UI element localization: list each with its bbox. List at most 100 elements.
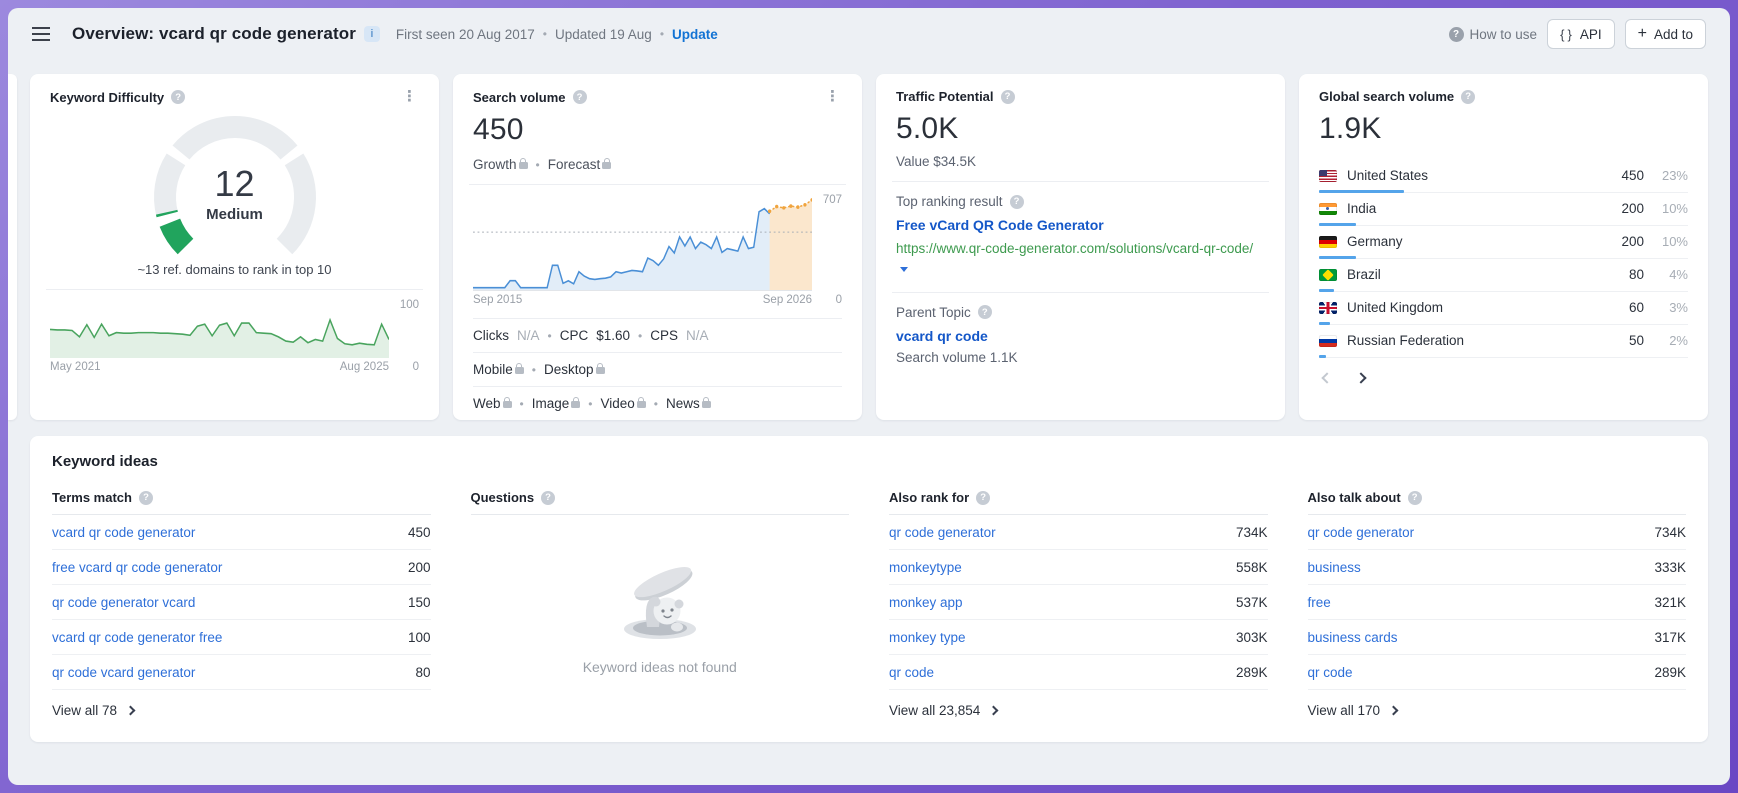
help-icon[interactable]	[1010, 195, 1024, 209]
also-talk-about-title: Also talk about	[1308, 490, 1401, 505]
keyword-link[interactable]: business cards	[1308, 630, 1398, 645]
keyword-link[interactable]: monkey type	[889, 630, 966, 645]
previous-page-arrow-icon[interactable]	[1321, 372, 1332, 383]
questions-column: Questions	[471, 490, 850, 720]
forecast-toggle[interactable]: Forecast	[548, 157, 612, 172]
terms-match-view-all-link[interactable]: View all 78	[52, 703, 134, 718]
keyword-link[interactable]: business	[1308, 560, 1361, 575]
help-icon[interactable]	[573, 90, 587, 104]
lock-icon	[519, 162, 528, 169]
also-rank-for-column: Also rank for qr code generator 734K mon…	[889, 490, 1268, 720]
keyword-volume: 317K	[1654, 630, 1686, 645]
help-icon[interactable]	[139, 491, 153, 505]
x-axis-start-label: Sep 2015	[473, 294, 522, 306]
top-bar: Overview: vcard qr code generator i Firs…	[8, 8, 1730, 60]
info-badge-icon[interactable]: i	[364, 26, 380, 42]
also-talk-about-view-all-link[interactable]: View all 170	[1308, 703, 1398, 718]
country-volume: 50	[1629, 333, 1644, 348]
global-search-volume-title: Global search volume	[1319, 89, 1454, 104]
dot-separator: •	[532, 363, 536, 377]
news-toggle[interactable]: News	[666, 396, 711, 411]
lock-icon	[515, 367, 524, 374]
country-row: India 200 10%	[1319, 193, 1688, 226]
terms-match-list: vcard qr code generator 450 free vcard q…	[52, 515, 431, 690]
top-ranking-result-link[interactable]: Free vCard QR Code Generator	[896, 217, 1265, 233]
image-toggle[interactable]: Image	[532, 396, 581, 411]
country-flag-icon	[1319, 269, 1337, 281]
help-icon[interactable]	[541, 491, 555, 505]
country-flag-icon	[1319, 236, 1337, 248]
keyword-ideas-title: Keyword ideas	[52, 453, 1686, 470]
growth-toggle[interactable]: Growth	[473, 157, 528, 172]
video-toggle[interactable]: Video	[600, 396, 645, 411]
mobile-toggle[interactable]: Mobile	[473, 362, 524, 377]
y-axis-min-label: 0	[413, 361, 419, 373]
global-search-volume-value: 1.9K	[1319, 112, 1688, 146]
kebab-menu-icon[interactable]	[823, 89, 842, 105]
keyword-row: monkey app 537K	[889, 585, 1268, 620]
country-volume: 60	[1629, 300, 1644, 315]
keyword-volume: 200	[408, 560, 431, 575]
help-icon[interactable]	[1461, 90, 1475, 104]
next-page-arrow-icon[interactable]	[1355, 372, 1366, 383]
api-button[interactable]: { } API	[1547, 19, 1615, 49]
keyword-link[interactable]: qr code generator vcard	[52, 595, 195, 610]
keyword-row: vcard qr code generator free 100	[52, 620, 431, 655]
top-ranking-url[interactable]: https://www.qr-code-generator.com/soluti…	[896, 239, 1265, 280]
keyword-volume: 100	[408, 630, 431, 645]
keyword-link[interactable]: vcard qr code generator free	[52, 630, 222, 645]
empty-state-illustration	[597, 549, 723, 645]
keyword-link[interactable]: qr code generator	[889, 525, 996, 540]
divider	[892, 292, 1269, 293]
how-to-use-link[interactable]: ? How to use	[1449, 27, 1538, 42]
keyword-link[interactable]: qr code	[889, 665, 934, 680]
search-volume-card: Search volume 450 Growth • Forecast 707 …	[453, 74, 862, 420]
keyword-link[interactable]: vcard qr code generator	[52, 525, 195, 540]
channel-metrics-row: Web • Image • Video • News	[473, 386, 842, 420]
help-icon[interactable]	[1408, 491, 1422, 505]
keyword-meta: First seen 20 Aug 2017 • Updated 19 Aug …	[396, 27, 718, 42]
country-row: Germany 200 10%	[1319, 226, 1688, 259]
keyword-link[interactable]: free vcard qr code generator	[52, 560, 222, 575]
keyword-row: monkeytype 558K	[889, 550, 1268, 585]
kebab-menu-icon[interactable]	[400, 89, 419, 105]
keyword-row: qr code 289K	[1308, 655, 1687, 690]
country-name: Russian Federation	[1347, 333, 1464, 348]
hamburger-menu-icon[interactable]	[32, 33, 50, 35]
country-flag-icon	[1319, 170, 1337, 182]
terms-match-column: Terms match vcard qr code generator 450 …	[52, 490, 431, 720]
help-icon[interactable]	[171, 90, 185, 104]
keyword-volume: 321K	[1654, 595, 1686, 610]
chevron-right-icon	[989, 706, 999, 716]
api-button-label: API	[1580, 27, 1602, 42]
parent-topic-link[interactable]: vcard qr code	[896, 328, 1265, 344]
chevron-right-icon	[1389, 706, 1399, 716]
dot-separator: •	[536, 158, 540, 172]
keyword-difficulty-card: Keyword Difficulty 12 Medium ~13 ref. do…	[30, 74, 439, 420]
y-axis-max-label: 707	[823, 194, 842, 206]
help-icon[interactable]	[1001, 90, 1015, 104]
lock-icon	[571, 401, 580, 408]
keyword-link[interactable]: free	[1308, 595, 1331, 610]
keyword-link[interactable]: qr code generator	[1308, 525, 1415, 540]
also-talk-about-list: qr code generator 734K business 333K fre…	[1308, 515, 1687, 690]
lock-icon	[702, 401, 711, 408]
help-icon[interactable]	[976, 491, 990, 505]
keyword-link[interactable]: monkeytype	[889, 560, 962, 575]
parent-topic-label: Parent Topic	[896, 305, 971, 320]
update-link[interactable]: Update	[672, 27, 718, 42]
country-name: Germany	[1347, 234, 1403, 249]
desktop-toggle[interactable]: Desktop	[544, 362, 605, 377]
metric-cards-row: Keyword Difficulty 12 Medium ~13 ref. do…	[30, 74, 1708, 420]
x-axis-end-label: Aug 2025	[340, 361, 389, 373]
keyword-difficulty-title: Keyword Difficulty	[50, 90, 164, 105]
add-to-button[interactable]: + Add to	[1625, 19, 1706, 49]
cpc-value: $1.60	[596, 328, 630, 343]
web-toggle[interactable]: Web	[473, 396, 512, 411]
keyword-link[interactable]: monkey app	[889, 595, 963, 610]
keyword-link[interactable]: qr code	[1308, 665, 1353, 680]
keyword-link[interactable]: qr code vcard generator	[52, 665, 195, 680]
help-icon[interactable]	[978, 305, 992, 319]
country-row: United Kingdom 60 3%	[1319, 292, 1688, 325]
also-rank-for-view-all-link[interactable]: View all 23,854	[889, 703, 997, 718]
